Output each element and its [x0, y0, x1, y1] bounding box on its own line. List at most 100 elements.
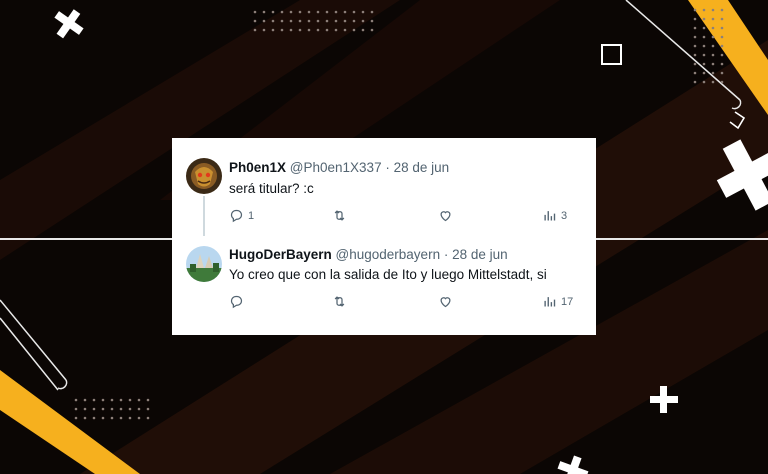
heart-icon [440, 297, 451, 308]
decor-dot [693, 44, 697, 48]
decor-dot [119, 416, 123, 420]
decor-dot [101, 416, 105, 420]
decor-dot [361, 19, 365, 23]
tweet-date[interactable]: 28 de jun [452, 247, 508, 262]
views-button[interactable]: 3 [542, 208, 567, 223]
decor-dot [92, 416, 96, 420]
decor-dot [711, 80, 715, 84]
display-name[interactable]: Ph0en1X [229, 160, 286, 175]
decor-dot [693, 8, 697, 12]
decor-dot [128, 398, 132, 402]
decor-dot [253, 10, 257, 14]
decor-dot [711, 44, 715, 48]
decor-dot [693, 35, 697, 39]
decor-dot [289, 19, 293, 23]
decor-dot [702, 53, 706, 57]
tweet-header: Ph0en1X @Ph0en1X337 · 28 de jun [229, 160, 449, 175]
decor-dot [720, 44, 724, 48]
decor-dot [361, 10, 365, 14]
decor-dot [298, 28, 302, 32]
decor-dot [74, 416, 78, 420]
reply-count: 1 [248, 209, 255, 222]
separator-dot: · [443, 247, 449, 262]
retweet-button[interactable] [332, 294, 351, 309]
views-icon [544, 211, 556, 221]
decor-dot [128, 407, 132, 411]
tweet-date[interactable]: 28 de jun [394, 160, 450, 175]
views-button[interactable]: 17 [542, 294, 573, 309]
decor-dot [325, 10, 329, 14]
decor-dot [334, 19, 338, 23]
decor-dot [720, 8, 724, 12]
decor-dot [711, 17, 715, 21]
decor-dot [702, 71, 706, 75]
separator-dot: · [385, 160, 390, 175]
decor-dot [720, 17, 724, 21]
decor-dot [92, 407, 96, 411]
like-button[interactable] [438, 294, 457, 309]
avatar[interactable] [186, 246, 222, 282]
decor-dot [693, 80, 697, 84]
tweet-card: Ph0en1X @Ph0en1X337 · 28 de jun será tit… [172, 138, 596, 335]
decor-dot [720, 26, 724, 30]
avatar[interactable] [186, 158, 222, 194]
decor-dot [352, 28, 356, 32]
decor-dot [110, 407, 114, 411]
decor-dot [110, 398, 114, 402]
decor-dot [83, 416, 87, 420]
user-handle[interactable]: @hugoderbayern [336, 247, 441, 262]
decor-dot [711, 8, 715, 12]
tweet-item[interactable]: Ph0en1X @Ph0en1X337 · 28 de jun será tit… [172, 138, 596, 236]
like-button[interactable] [438, 208, 457, 223]
decor-dot [280, 28, 284, 32]
decor-dot [334, 28, 338, 32]
decor-dot [262, 10, 266, 14]
decor-dot [702, 80, 706, 84]
decor-dot [702, 35, 706, 39]
decor-dot [262, 28, 266, 32]
decor-dot [298, 10, 302, 14]
tweet-text: Yo creo que con la salida de Ito y luego… [229, 267, 547, 282]
decor-dot [119, 398, 123, 402]
decor-dot [262, 19, 266, 23]
tweet-item[interactable]: HugoDerBayern @hugoderbayern · 28 de jun… [172, 236, 596, 335]
decor-dot [352, 10, 356, 14]
decor-dot [702, 62, 706, 66]
display-name[interactable]: HugoDerBayern [229, 247, 332, 262]
decor-dot [711, 53, 715, 57]
heart-icon [440, 211, 451, 222]
decor-dot [289, 28, 293, 32]
decor-dot [343, 10, 347, 14]
decor-dot [146, 407, 150, 411]
decor-dot [361, 28, 365, 32]
tweet-text: será titular? :c [229, 181, 314, 196]
decor-dot [370, 28, 374, 32]
decor-dot [325, 19, 329, 23]
decor-dot [253, 19, 257, 23]
reply-button[interactable]: 1 [229, 208, 254, 223]
decor-dot [316, 28, 320, 32]
decor-dot [720, 62, 724, 66]
retweet-button[interactable] [332, 208, 351, 223]
decor-dot [711, 35, 715, 39]
tweet-actions: 17 [229, 294, 579, 312]
decor-dot [352, 19, 356, 23]
decor-dot [711, 26, 715, 30]
decor-dot [307, 28, 311, 32]
decor-dot [702, 17, 706, 21]
decor-dot [101, 398, 105, 402]
reply-button[interactable] [229, 294, 248, 309]
decor-dot [83, 407, 87, 411]
user-handle[interactable]: @Ph0en1X337 [290, 160, 382, 175]
decor-dot [280, 19, 284, 23]
views-count: 3 [561, 209, 568, 222]
decor-dot [83, 398, 87, 402]
decor-dot [128, 416, 132, 420]
retweet-icon [334, 296, 345, 307]
decor-dot [271, 28, 275, 32]
decor-dot [343, 28, 347, 32]
decor-dot [298, 19, 302, 23]
decor-dot [702, 26, 706, 30]
decor-dot [702, 8, 706, 12]
decor-dot [720, 71, 724, 75]
